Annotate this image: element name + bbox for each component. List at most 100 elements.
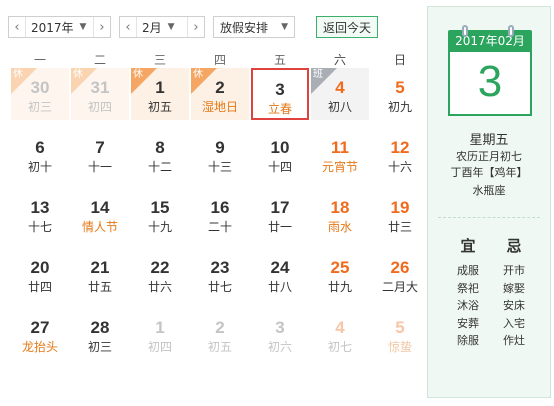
day-cell[interactable]: 3 初六 xyxy=(251,308,309,360)
day-number: 25 xyxy=(330,258,350,277)
day-lunar-label: 初九 xyxy=(387,100,412,114)
day-number: 7 xyxy=(95,138,105,157)
chevron-down-icon: ▼ xyxy=(79,22,87,32)
day-number: 4 xyxy=(335,318,345,337)
day-lunar-label: 雨水 xyxy=(327,220,352,234)
day-lunar-label: 元宵节 xyxy=(321,160,358,174)
day-cell[interactable]: 5 初九 xyxy=(371,68,429,120)
day-cell[interactable]: 9 十三 xyxy=(191,128,249,180)
day-number: 22 xyxy=(150,258,170,277)
prev-month-icon[interactable]: ‹ xyxy=(120,17,136,37)
binder-ring-icon xyxy=(508,25,514,37)
prev-year-icon[interactable]: ‹ xyxy=(9,17,25,37)
day-cell[interactable]: 13 十七 xyxy=(11,188,69,240)
next-month-icon[interactable]: › xyxy=(188,17,204,37)
day-cell-selected[interactable]: 3 立春 xyxy=(251,68,309,120)
panel-day-number: 3 xyxy=(448,52,532,116)
chevron-down-icon: ▼ xyxy=(167,22,175,32)
avoid-item: 开市 xyxy=(503,264,525,277)
day-cell[interactable]: 4 初七 xyxy=(311,308,369,360)
month-value: 2月 xyxy=(142,20,162,35)
calendar-page-icon: 2017年02月 3 xyxy=(448,25,532,116)
suitable-list: 宜 成服 祭祀 沐浴 安葬 除服 xyxy=(446,235,490,350)
weekday-header: 一 二 三 四 五 六 日 xyxy=(10,51,430,67)
panel-zodiac-sign: 水瓶座 xyxy=(472,184,506,197)
panel-ganzhi-year: 丁酉年【鸡年】 xyxy=(450,166,528,179)
day-number: 23 xyxy=(210,258,230,277)
day-cell[interactable]: 12 十六 xyxy=(371,128,429,180)
day-cell[interactable]: 班 4 初八 xyxy=(311,68,369,120)
month-selector[interactable]: ‹ 2月 ▼ › xyxy=(119,16,205,38)
day-cell[interactable]: 17 廿一 xyxy=(251,188,309,240)
weekday-label: 四 xyxy=(213,53,226,67)
day-lunar-label: 惊蛰 xyxy=(387,340,412,354)
year-value: 2017年 xyxy=(31,20,74,35)
day-cell[interactable]: 22 廿六 xyxy=(131,248,189,300)
day-number: 3 xyxy=(275,318,285,337)
avoid-item: 嫁娶 xyxy=(503,281,525,295)
day-cell[interactable]: 14 情人节 xyxy=(71,188,129,240)
weekday-label: 日 xyxy=(393,53,406,67)
suitable-item: 除服 xyxy=(457,334,479,347)
day-lunar-label: 十九 xyxy=(147,220,172,234)
day-cell[interactable]: 6 初十 xyxy=(11,128,69,180)
day-cell[interactable]: 19 廿三 xyxy=(371,188,429,240)
day-cell[interactable]: 23 廿七 xyxy=(191,248,249,300)
suitable-item: 安葬 xyxy=(457,316,479,330)
year-dropdown[interactable]: 2017年 ▼ xyxy=(25,17,94,37)
day-lunar-label: 十二 xyxy=(147,160,172,174)
day-lunar-label: 初五 xyxy=(207,340,232,354)
day-lunar-label: 十四 xyxy=(267,160,292,174)
day-cell[interactable]: 27 龙抬头 xyxy=(11,308,69,360)
day-cell[interactable]: 20 廿四 xyxy=(11,248,69,300)
day-lunar-label: 十三 xyxy=(207,160,232,174)
day-cell[interactable]: 21 廿五 xyxy=(71,248,129,300)
day-number: 27 xyxy=(30,318,50,337)
avoid-title: 忌 xyxy=(506,237,522,255)
day-lunar-label: 廿六 xyxy=(147,280,172,294)
day-cell[interactable]: 11 元宵节 xyxy=(311,128,369,180)
day-lunar-label: 廿五 xyxy=(87,280,112,294)
day-cell[interactable]: 15 十九 xyxy=(131,188,189,240)
day-cell[interactable]: 5 惊蛰 xyxy=(371,308,429,360)
day-lunar-label: 湿地日 xyxy=(201,100,238,114)
day-lunar-label: 廿三 xyxy=(387,220,412,234)
day-cell[interactable]: 16 二十 xyxy=(191,188,249,240)
day-lunar-label: 初四 xyxy=(87,100,112,114)
day-number: 10 xyxy=(270,138,290,157)
back-to-today-button[interactable]: 返回今天 xyxy=(316,16,379,38)
day-number: 31 xyxy=(90,78,110,97)
panel-weekday: 星期五 xyxy=(469,133,509,148)
day-lunar-label: 初四 xyxy=(147,340,172,354)
suitable-item: 沐浴 xyxy=(457,299,479,312)
day-number: 2 xyxy=(215,78,225,97)
day-cell[interactable]: 10 十四 xyxy=(251,128,309,180)
day-cell[interactable]: 2 初五 xyxy=(191,308,249,360)
year-selector[interactable]: ‹ 2017年 ▼ › xyxy=(8,16,111,38)
day-cell[interactable]: 1 初四 xyxy=(131,308,189,360)
avoid-item: 作灶 xyxy=(503,334,525,347)
day-cell[interactable]: 24 廿八 xyxy=(251,248,309,300)
day-cell[interactable]: 休 30 初三 xyxy=(11,68,69,120)
day-cell[interactable]: 休 1 初五 xyxy=(131,68,189,120)
day-cell[interactable]: 7 十一 xyxy=(71,128,129,180)
day-number: 1 xyxy=(155,78,165,97)
day-number: 14 xyxy=(90,198,110,217)
day-lunar-label: 十一 xyxy=(87,160,112,174)
day-cell[interactable]: 26 二月大 xyxy=(371,248,429,300)
day-lunar-label: 初十 xyxy=(27,160,52,174)
day-cell[interactable]: 8 十二 xyxy=(131,128,189,180)
day-number: 5 xyxy=(395,318,405,337)
holiday-dropdown[interactable]: 放假安排 ▼ xyxy=(213,16,295,38)
day-number: 28 xyxy=(90,318,110,337)
month-dropdown[interactable]: 2月 ▼ xyxy=(136,17,188,37)
avoid-list: 忌 开市 嫁娶 安床 入宅 作灶 xyxy=(492,235,536,350)
next-year-icon[interactable]: › xyxy=(94,17,110,37)
day-lunar-label: 龙抬头 xyxy=(21,340,58,354)
day-cell[interactable]: 25 廿九 xyxy=(311,248,369,300)
avoid-item: 安床 xyxy=(503,299,525,312)
day-cell[interactable]: 休 31 初四 xyxy=(71,68,129,120)
day-cell[interactable]: 休 2 湿地日 xyxy=(191,68,249,120)
day-cell[interactable]: 18 雨水 xyxy=(311,188,369,240)
day-cell[interactable]: 28 初三 xyxy=(71,308,129,360)
